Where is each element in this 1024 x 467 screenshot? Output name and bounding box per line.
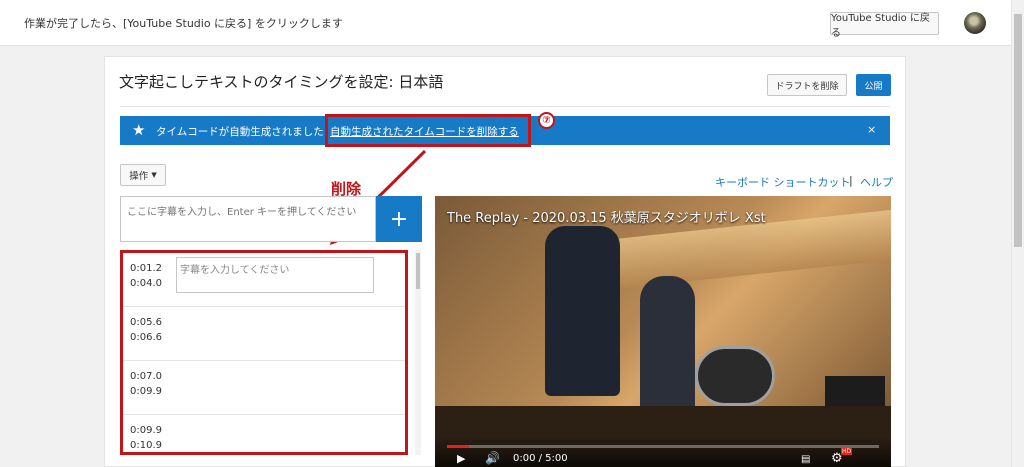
link-separator: | bbox=[849, 174, 853, 187]
caption-end-time[interactable]: 0:10.9 bbox=[130, 440, 162, 451]
page-scrollbar-thumb[interactable] bbox=[1014, 14, 1022, 247]
video-player[interactable]: The Replay - 2020.03.15 秋葉原スタジオリボレ Xst ▶… bbox=[435, 196, 891, 467]
star-icon: ★ bbox=[132, 121, 146, 139]
caption-start-time[interactable]: 0:05.6 bbox=[130, 317, 162, 328]
caption-end-time[interactable]: 0:06.6 bbox=[130, 332, 162, 343]
help-link[interactable]: ヘルプ bbox=[860, 174, 893, 190]
caption-input[interactable] bbox=[120, 196, 376, 242]
instruction-message: 作業が完了したら、[YouTube Studio に戻る] をクリックします bbox=[24, 17, 343, 30]
avatar[interactable] bbox=[964, 12, 986, 34]
caption-row[interactable]: 0:07.0 0:09.9 bbox=[123, 361, 405, 415]
video-progress-fill bbox=[447, 445, 469, 448]
video-frame-person bbox=[640, 276, 695, 416]
video-progress-bar[interactable] bbox=[447, 445, 879, 448]
video-time: 0:00 / 5:00 bbox=[513, 453, 568, 464]
caption-start-time[interactable]: 0:07.0 bbox=[130, 371, 162, 382]
highlight-box bbox=[325, 114, 531, 147]
hd-badge-icon: HD bbox=[841, 448, 853, 455]
video-title[interactable]: The Replay - 2020.03.15 秋葉原スタジオリボレ Xst bbox=[447, 207, 766, 226]
banner-message: タイムコードが自動生成されました bbox=[156, 126, 324, 138]
caption-row[interactable]: 0:05.6 0:06.6 bbox=[123, 307, 405, 361]
keyboard-shortcuts-link[interactable]: キーボード ショートカット bbox=[715, 174, 851, 190]
video-frame-drum bbox=[695, 346, 775, 406]
operations-menu-button[interactable]: 操作 ▼ bbox=[120, 164, 166, 186]
back-to-studio-button[interactable]: YouTube Studio に戻る bbox=[830, 12, 939, 39]
caption-end-time[interactable]: 0:09.9 bbox=[130, 386, 162, 397]
step-number-badge: ⑦ bbox=[538, 112, 555, 129]
close-icon[interactable]: × bbox=[867, 123, 876, 136]
publish-button[interactable]: 公開 bbox=[856, 74, 891, 96]
volume-icon[interactable]: 🔊 bbox=[485, 451, 500, 465]
caption-start-time[interactable]: 0:01.2 bbox=[130, 263, 162, 274]
delete-draft-button[interactable]: ドラフトを削除 bbox=[767, 74, 847, 96]
caption-end-time[interactable]: 0:04.0 bbox=[130, 278, 162, 289]
caption-text-field[interactable]: 字幕を入力してください bbox=[176, 257, 374, 293]
captions-icon[interactable]: ▤ bbox=[801, 454, 810, 465]
divider bbox=[120, 106, 890, 107]
caption-start-time[interactable]: 0:09.9 bbox=[130, 425, 162, 436]
caption-list-scrollbar-thumb[interactable] bbox=[416, 253, 420, 289]
operations-label: 操作 bbox=[129, 171, 149, 182]
caption-row[interactable]: 0:09.9 0:10.9 bbox=[123, 415, 405, 452]
page-title: 文字起こしテキストのタイミングを設定: 日本語 bbox=[119, 73, 444, 91]
add-caption-button[interactable]: + bbox=[376, 196, 422, 242]
play-icon[interactable]: ▶ bbox=[457, 452, 465, 465]
page-scrollbar[interactable] bbox=[1011, 0, 1024, 467]
caret-down-icon: ▼ bbox=[151, 171, 157, 179]
video-frame-coat bbox=[545, 226, 620, 396]
top-bar: 作業が完了したら、[YouTube Studio に戻る] をクリックします Y… bbox=[0, 0, 1011, 46]
video-controls bbox=[435, 437, 891, 467]
caption-list-scrollbar[interactable] bbox=[415, 250, 421, 455]
